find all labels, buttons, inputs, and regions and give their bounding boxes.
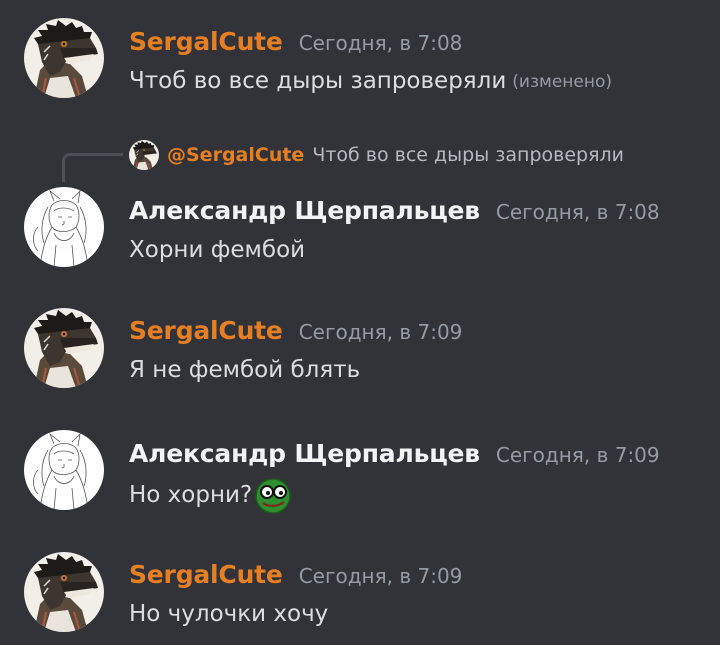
pepe-glasses-emoji-icon[interactable] (254, 476, 292, 514)
message-content: Но хорни? (129, 475, 292, 515)
sketch-avatar-icon (24, 187, 104, 267)
reply-avatar (129, 140, 159, 170)
username[interactable]: SergalCute (129, 27, 283, 56)
reply-mention[interactable]: @SergalCute (167, 144, 304, 166)
timestamp[interactable]: Сегодня, в 7:09 (299, 564, 463, 588)
message-content: Но чулочки хочу (129, 597, 328, 631)
timestamp[interactable]: Сегодня, в 7:08 (299, 31, 463, 55)
user-avatar[interactable] (24, 18, 104, 98)
message-text: Хорни фембой (129, 237, 306, 263)
username[interactable]: SergalCute (129, 560, 283, 589)
message-text: Я не фембой блять (129, 357, 361, 383)
message-text: Чтоб во все дыры запроверяли (129, 68, 507, 94)
user-avatar[interactable] (24, 187, 104, 267)
user-avatar[interactable] (24, 552, 104, 632)
username[interactable]: Александр Щерпальцев (129, 196, 480, 225)
chat-message: SergalCute Сегодня, в 7:08 Чтоб во все д… (0, 0, 720, 110)
message-header: SergalCute Сегодня, в 7:09 (129, 560, 462, 589)
sergal-avatar-icon (24, 552, 104, 632)
reply-preview[interactable]: @SergalCute Чтоб во все дыры запроверяли (129, 140, 624, 170)
user-avatar[interactable] (24, 430, 104, 510)
timestamp[interactable]: Сегодня, в 7:09 (299, 320, 463, 344)
message-content: Чтоб во все дыры запроверяли (изменено) (129, 64, 612, 98)
sketch-avatar-icon (24, 430, 104, 510)
sergal-avatar-icon (24, 308, 104, 388)
message-header: Александр Щерпальцев Сегодня, в 7:08 (129, 196, 660, 225)
chat-message: Александр Щерпальцев Сегодня, в 7:08 Хор… (0, 170, 720, 280)
sergal-avatar-icon (129, 140, 159, 170)
message-text: Но хорни? (129, 482, 253, 508)
chat-message: SergalCute Сегодня, в 7:09 Я не фембой б… (0, 291, 720, 401)
user-avatar[interactable] (24, 308, 104, 388)
chat-message: SergalCute Сегодня, в 7:09 Но чулочки хо… (0, 535, 720, 645)
message-header: SergalCute Сегодня, в 7:09 (129, 316, 462, 345)
chat-log: SergalCute Сегодня, в 7:08 Чтоб во все д… (0, 0, 720, 645)
message-header: SergalCute Сегодня, в 7:08 (129, 27, 462, 56)
message-text: Но чулочки хочу (129, 601, 329, 627)
timestamp[interactable]: Сегодня, в 7:09 (496, 443, 660, 467)
message-content: Я не фембой блять (129, 353, 360, 387)
message-header: Александр Щерпальцев Сегодня, в 7:09 (129, 439, 660, 468)
reply-text: Чтоб во все дыры запроверяли (312, 144, 625, 166)
message-content: Хорни фембой (129, 233, 305, 267)
username[interactable]: Александр Щерпальцев (129, 439, 480, 468)
sergal-avatar-icon (24, 18, 104, 98)
chat-message: Александр Щерпальцев Сегодня, в 7:09 Но … (0, 413, 720, 523)
timestamp[interactable]: Сегодня, в 7:08 (496, 200, 660, 224)
edited-label[interactable]: (изменено) (512, 72, 612, 92)
username[interactable]: SergalCute (129, 316, 283, 345)
